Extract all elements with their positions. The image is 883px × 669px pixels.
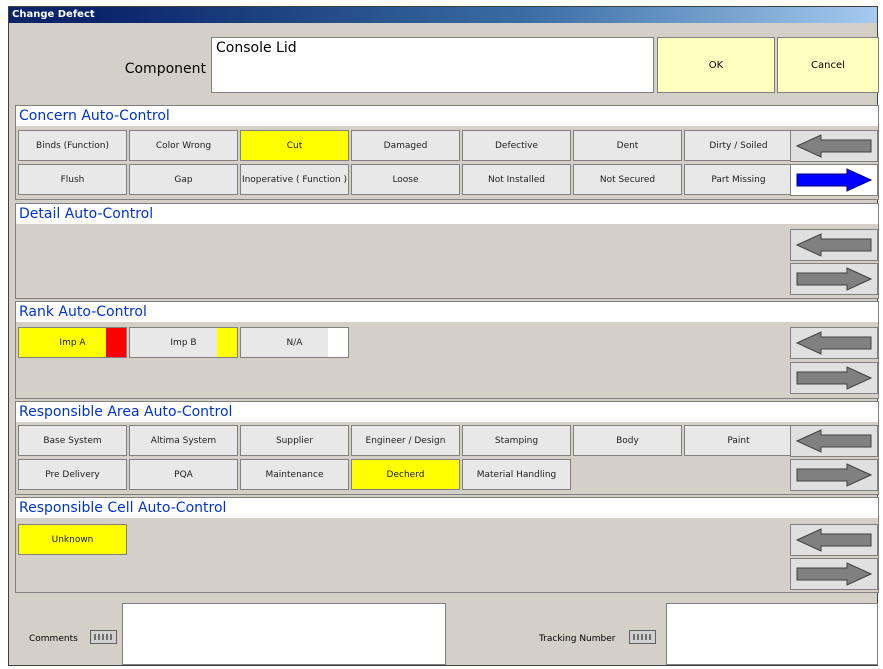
cell-next-button[interactable] bbox=[790, 558, 878, 590]
tracking-number-label: Tracking Number bbox=[539, 634, 616, 644]
arrow-right-icon bbox=[796, 562, 873, 586]
option-dent-button[interactable]: Dent bbox=[573, 130, 682, 161]
ok-button[interactable]: OK bbox=[657, 37, 775, 93]
option-damaged-button[interactable]: Damaged bbox=[351, 130, 460, 161]
option-loose-button[interactable]: Loose bbox=[351, 164, 460, 195]
detail-next-button[interactable] bbox=[790, 263, 878, 295]
arrow-right-icon bbox=[796, 463, 873, 487]
arrow-right-icon bbox=[796, 168, 873, 192]
option-color-wrong-button[interactable]: Color Wrong bbox=[129, 130, 238, 161]
rank-section: Rank Auto-Control Imp A Imp B N/A bbox=[15, 301, 879, 399]
cancel-button[interactable]: Cancel bbox=[777, 37, 879, 93]
keyboard-icon[interactable] bbox=[90, 630, 117, 644]
option-pre-delivery-button[interactable]: Pre Delivery bbox=[18, 459, 127, 490]
comments-input[interactable] bbox=[122, 603, 446, 665]
rank-color-swatch bbox=[328, 328, 348, 357]
concern-next-button[interactable] bbox=[790, 164, 878, 196]
rank-prev-button[interactable] bbox=[790, 327, 878, 359]
component-label: Component bbox=[124, 61, 206, 77]
option-dirty-soiled-button[interactable]: Dirty / Soiled bbox=[684, 130, 793, 161]
concern-prev-button[interactable] bbox=[790, 130, 878, 162]
option-binds-function-button[interactable]: Binds (Function) bbox=[18, 130, 127, 161]
option-supplier-button[interactable]: Supplier bbox=[240, 425, 349, 456]
option-gap-button[interactable]: Gap bbox=[129, 164, 238, 195]
concern-title: Concern Auto-Control bbox=[16, 106, 878, 126]
arrow-right-icon bbox=[796, 366, 873, 390]
resp-cell-title: Responsible Cell Auto-Control bbox=[16, 498, 878, 518]
resp-area-title: Responsible Area Auto-Control bbox=[16, 402, 878, 422]
rank-title: Rank Auto-Control bbox=[16, 302, 878, 322]
option-maintenance-button[interactable]: Maintenance bbox=[240, 459, 349, 490]
option-n-a-button[interactable]: N/A bbox=[240, 327, 349, 358]
arrow-left-icon bbox=[795, 331, 872, 355]
area-next-button[interactable] bbox=[790, 459, 878, 491]
option-flush-button[interactable]: Flush bbox=[18, 164, 127, 195]
tracking-number-input[interactable] bbox=[666, 603, 878, 665]
change-defect-window: Change Defect Component Console Lid OK C… bbox=[8, 6, 879, 667]
arrow-left-icon bbox=[795, 134, 872, 158]
comments-label: Comments bbox=[29, 634, 78, 644]
rank-next-button[interactable] bbox=[790, 362, 878, 394]
option-cut-button[interactable]: Cut bbox=[240, 130, 349, 161]
option-pqa-button[interactable]: PQA bbox=[129, 459, 238, 490]
option-altima-system-button[interactable]: Altima System bbox=[129, 425, 238, 456]
rank-color-swatch bbox=[106, 328, 126, 357]
bottom-bar: Comments Tracking Number bbox=[15, 597, 879, 667]
option-part-missing-button[interactable]: Part Missing bbox=[684, 164, 793, 195]
arrow-right-icon bbox=[796, 267, 873, 291]
option-engineer-design-button[interactable]: Engineer / Design bbox=[351, 425, 460, 456]
detail-section: Detail Auto-Control bbox=[15, 203, 879, 299]
option-imp-b-button[interactable]: Imp B bbox=[129, 327, 238, 358]
option-inoperative-function-button[interactable]: Inoperative ( Function ) bbox=[240, 164, 349, 195]
option-not-secured-button[interactable]: Not Secured bbox=[573, 164, 682, 195]
arrow-left-icon bbox=[795, 429, 872, 453]
option-body-button[interactable]: Body bbox=[573, 425, 682, 456]
cell-prev-button[interactable] bbox=[790, 524, 878, 556]
option-defective-button[interactable]: Defective bbox=[462, 130, 571, 161]
rank-color-swatch bbox=[217, 328, 237, 357]
option-imp-a-button[interactable]: Imp A bbox=[18, 327, 127, 358]
arrow-left-icon bbox=[795, 233, 872, 257]
detail-prev-button[interactable] bbox=[790, 229, 878, 261]
keyboard-icon[interactable] bbox=[629, 630, 656, 644]
option-not-installed-button[interactable]: Not Installed bbox=[462, 164, 571, 195]
component-field[interactable]: Console Lid bbox=[211, 37, 654, 93]
resp-area-section: Responsible Area Auto-Control Base Syste… bbox=[15, 401, 879, 495]
detail-title: Detail Auto-Control bbox=[16, 204, 878, 224]
option-paint-button[interactable]: Paint bbox=[684, 425, 793, 456]
area-prev-button[interactable] bbox=[790, 425, 878, 457]
option-stamping-button[interactable]: Stamping bbox=[462, 425, 571, 456]
option-decherd-button[interactable]: Decherd bbox=[351, 459, 460, 490]
option-material-handling-button[interactable]: Material Handling bbox=[462, 459, 571, 490]
resp-cell-section: Responsible Cell Auto-Control Unknown bbox=[15, 497, 879, 593]
arrow-left-icon bbox=[795, 528, 872, 552]
option-base-system-button[interactable]: Base System bbox=[18, 425, 127, 456]
option-unknown-button[interactable]: Unknown bbox=[18, 524, 127, 555]
concern-section: Concern Auto-Control Binds (Function) Col… bbox=[15, 105, 879, 200]
window-title: Change Defect bbox=[9, 7, 877, 23]
